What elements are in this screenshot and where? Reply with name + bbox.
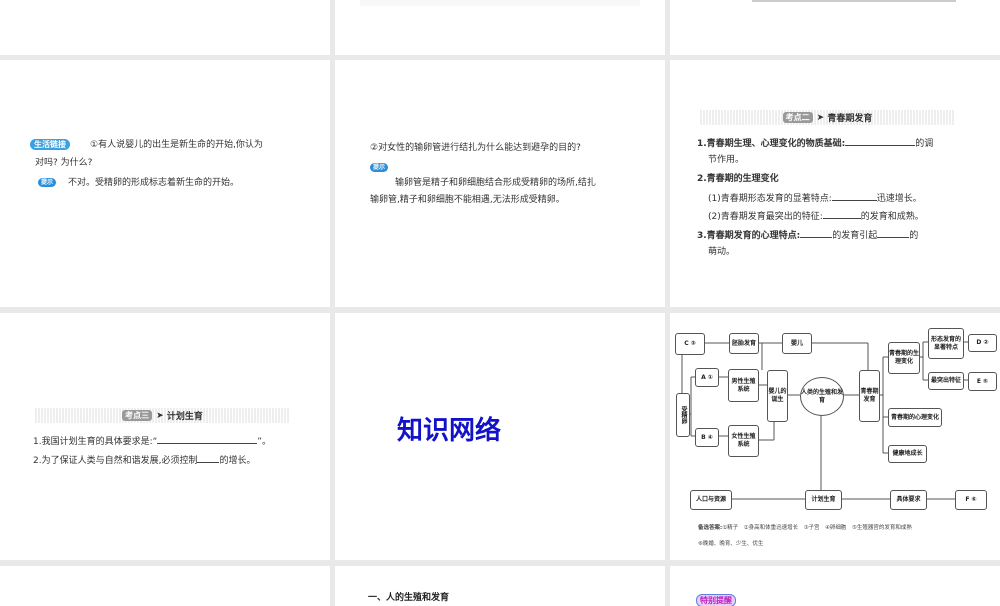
node-planning: 计划生育 (805, 490, 842, 510)
answer-line: 输卵管,精子和卵细胞不能相遇,无法形成受精卵。 (370, 195, 565, 205)
section-header: 考点三 ➤ 计划生育 (35, 408, 290, 423)
slide-thumbnail-10[interactable] (0, 566, 330, 606)
node-c: C ③ (675, 333, 705, 355)
section-title: 计划生育 (166, 412, 203, 422)
slide-thumbnail-11[interactable]: 一、人的生殖和发育 (335, 566, 665, 606)
options-line: 备选答案:①精子 ②身高和体重迅速增长 ③子宫 ④卵细胞 ⑤生殖器官的发育和成熟 (698, 525, 912, 531)
slide-thumbnail-8[interactable]: 知识网络 (335, 313, 665, 560)
node-a: A ① (695, 368, 719, 387)
node-d: D ② (968, 334, 997, 352)
section-header: 考点二 ➤ 青春期发育 (700, 110, 955, 125)
node-physiological: 青春期的生理变化 (888, 342, 920, 374)
slide-thumbnail-3[interactable] (670, 0, 1000, 55)
node-b: B ④ (695, 428, 719, 447)
node-psychological: 青春期的心理变化 (888, 408, 942, 427)
slide-thumbnail-12[interactable]: 特别提醒 (670, 566, 1000, 606)
node-prominent: 最突出特征 (928, 372, 964, 390)
item-2-1: (1)青春期形态发育的显著特点: 迅速增长。 (708, 191, 922, 205)
slide-thumbnail-2[interactable] (335, 0, 665, 55)
bar-remnant (752, 0, 956, 2)
question-text: ②对女性的输卵管进行结扎为什么能达到避孕的目的? (370, 143, 581, 153)
slide-thumbnail-9[interactable]: C ③ 胚胎发育 婴儿 受精卵 A ① 男性生殖系统 婴儿的诞生 人类的生殖和发… (670, 313, 1000, 560)
item-3: 3.青春期发育的心理特点: 的发育引起的 (697, 228, 918, 242)
section-arrow-icon: ➤ (816, 112, 828, 123)
question-line: 对吗? 为什么? (35, 158, 93, 168)
node-center: 人类的生殖和发育 (800, 377, 844, 416)
slide-thumbnail-7[interactable]: 考点三 ➤ 计划生育 1.我国计划生育的具体要求是:“”。 2.为了保证人类与自然… (0, 313, 330, 560)
slide-thumbnail-5[interactable]: ②对女性的输卵管进行结扎为什么能达到避孕的目的? 提示 输卵管是精子和卵细胞结合… (335, 60, 665, 307)
section-tag: 考点三 (122, 410, 153, 421)
node-f: F ⑥ (955, 490, 987, 510)
life-link-badge: 生活链接 (30, 139, 70, 150)
item-1: 1.青春期生理、心理变化的物质基础: 的调 (697, 136, 933, 150)
hint-badge: 提示 (370, 163, 389, 172)
node-zygote: 受精卵 (676, 393, 690, 437)
special-reminder-badge: 特别提醒 (696, 594, 736, 606)
slide-thumbnail-1[interactable] (0, 0, 330, 55)
knowledge-network-title: 知识网络 (397, 416, 502, 446)
node-requirements: 具体要求 (890, 490, 927, 510)
node-morphology: 形态发育的显著特点 (928, 328, 964, 359)
text-box-remnant (360, 0, 640, 6)
item-2-2: (2)青春期发育最突出的特征: 的发育和成熟。 (708, 209, 924, 223)
item-2: 2.为了保证人类与自然和谐发展,必须控制 的增长。 (33, 453, 255, 467)
node-female: 女性生殖系统 (728, 425, 759, 457)
section-tag: 考点二 (782, 112, 813, 123)
node-baby: 婴儿 (782, 333, 812, 354)
options-line: ⑥晚婚、晚育、少生、优生 (698, 541, 764, 547)
item-1-cont: 节作用。 (708, 155, 745, 165)
node-e: E ⑤ (968, 372, 997, 391)
answer-line: 输卵管是精子和卵细胞结合形成受精卵的场所,结扎 (395, 178, 596, 188)
node-male: 男性生殖系统 (728, 369, 759, 402)
hint-badge: 提示 (38, 178, 57, 187)
section-heading: 一、人的生殖和发育 (368, 593, 450, 603)
item-3-cont: 萌动。 (708, 247, 736, 257)
node-healthy: 健康地成长 (888, 445, 927, 463)
slide-thumbnail-4[interactable]: 生活链接 ①有人说婴儿的出生是新生命的开始,你认为 对吗? 为什么? 提示 不对… (0, 60, 330, 307)
slide-thumbnail-6[interactable]: 考点二 ➤ 青春期发育 1.青春期生理、心理变化的物质基础: 的调 节作用。 2.青… (670, 60, 1000, 307)
section-title: 青春期发育 (827, 114, 873, 124)
node-population: 人口与资源 (690, 490, 732, 510)
item-1: 1.我国计划生育的具体要求是:“”。 (33, 434, 271, 448)
item-2: 2.青春期的生理变化 (697, 174, 779, 184)
section-arrow-icon: ➤ (156, 410, 167, 421)
node-puberty: 青春期发育 (859, 370, 880, 422)
answer-text: 不对。受精卵的形成标志着新生命的开始。 (68, 178, 240, 188)
node-birth: 婴儿的诞生 (767, 370, 788, 422)
question-line: ①有人说婴儿的出生是新生命的开始,你认为 (90, 140, 263, 150)
node-embryo: 胚胎发育 (729, 333, 759, 354)
